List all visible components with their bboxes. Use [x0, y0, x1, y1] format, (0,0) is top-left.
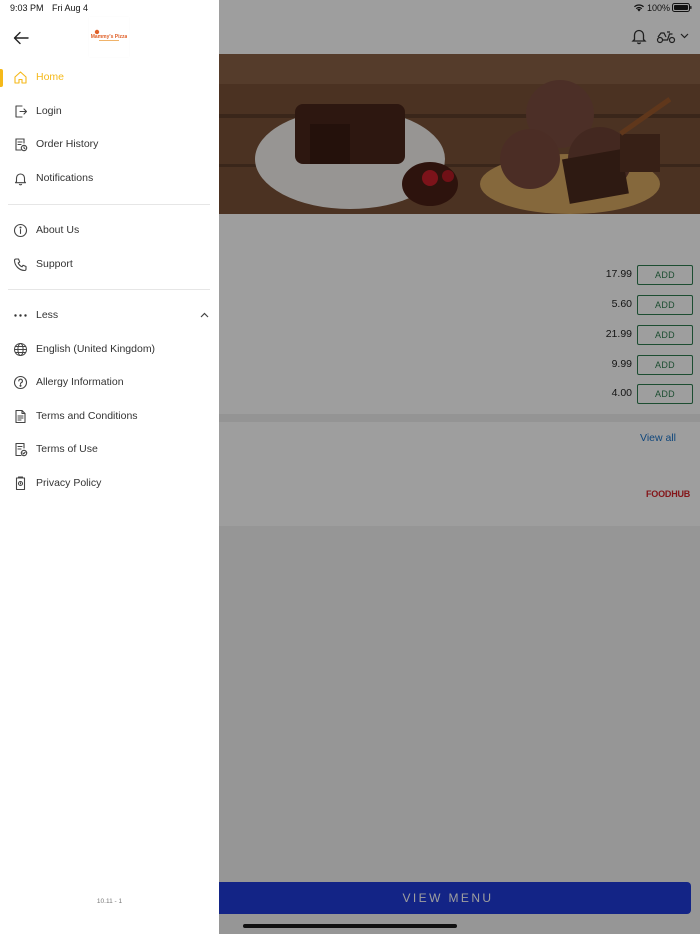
battery-icon [672, 3, 692, 12]
drawer-item-label: About Us [36, 224, 80, 236]
info-icon [13, 223, 28, 238]
status-bar: 9:03 PM Fri Aug 4 100% [0, 0, 700, 16]
status-date: Fri Aug 4 [52, 3, 89, 13]
drawer-divider [8, 289, 210, 290]
home-indicator [243, 924, 457, 928]
home-icon [13, 70, 28, 85]
drawer-item-label: Allergy Information [36, 376, 124, 388]
drawer-item-label: Terms and Conditions [36, 410, 138, 422]
drawer-item-label: Privacy Policy [36, 477, 102, 489]
back-arrow-icon[interactable] [12, 30, 30, 46]
more-dots-icon [13, 308, 28, 323]
drawer-item-order-history[interactable]: Order History [0, 130, 219, 158]
drawer-item-label: Home [36, 71, 65, 83]
privacy-icon [13, 475, 28, 491]
drawer-item-language[interactable]: English (United Kingdom) [0, 335, 219, 363]
drawer-item-less-toggle[interactable]: Less [0, 301, 219, 329]
svg-text:Mammy's Pizza: Mammy's Pizza [91, 34, 127, 40]
app-version: 10.11 - 1 [96, 898, 123, 905]
drawer-item-label: Order History [36, 138, 99, 150]
drawer-item-allergy-information[interactable]: Allergy Information [0, 368, 219, 396]
navigation-drawer: Mammy's Pizza Home Login Order History N… [0, 0, 219, 934]
drawer-item-support[interactable]: Support [0, 250, 219, 278]
restaurant-logo: Mammy's Pizza [89, 17, 129, 57]
drawer-item-label: English (United Kingdom) [36, 343, 156, 355]
battery-percentage: 100% [647, 3, 671, 13]
drawer-item-label: Less [36, 309, 59, 321]
wifi-icon [634, 4, 644, 12]
drawer-item-label: Login [36, 105, 62, 117]
drawer-item-notifications[interactable]: Notifications [0, 164, 219, 192]
drawer-item-label: Notifications [36, 172, 94, 184]
question-icon [13, 375, 28, 390]
globe-icon [13, 342, 28, 357]
drawer-divider [8, 204, 210, 205]
status-time: 9:03 PM [10, 3, 44, 13]
document-icon [13, 409, 28, 424]
chevron-up-icon[interactable] [200, 312, 209, 318]
drawer-item-label: Terms of Use [36, 443, 98, 455]
login-icon [13, 104, 28, 119]
bell-icon [13, 171, 28, 186]
drawer-item-login[interactable]: Login [0, 97, 219, 125]
order-history-icon [13, 137, 28, 152]
drawer-item-privacy-policy[interactable]: Privacy Policy [0, 469, 219, 497]
drawer-item-home[interactable]: Home [0, 63, 219, 91]
drawer-item-terms-and-conditions[interactable]: Terms and Conditions [0, 402, 219, 430]
drawer-item-label: Support [36, 258, 73, 270]
drawer-item-about-us[interactable]: About Us [0, 216, 219, 244]
phone-icon [13, 257, 28, 272]
document-check-icon [13, 442, 28, 457]
drawer-item-terms-of-use[interactable]: Terms of Use [0, 435, 219, 463]
